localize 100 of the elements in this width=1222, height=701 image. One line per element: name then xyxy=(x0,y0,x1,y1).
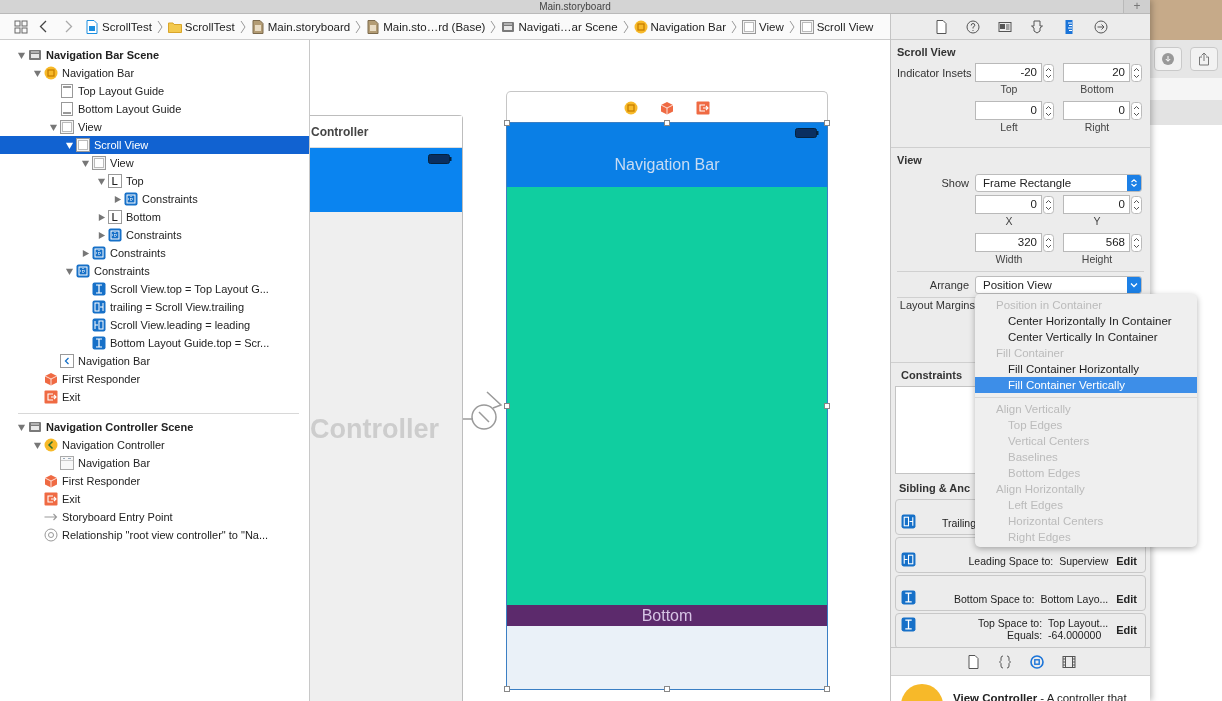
stepper-icon[interactable] xyxy=(1131,63,1142,82)
menu-item[interactable]: Center Vertically In Container xyxy=(975,329,1197,345)
number-field[interactable]: 0 xyxy=(975,195,1042,214)
path-item[interactable]: Main.storyboard xyxy=(249,19,352,34)
disclosure-triangle-icon[interactable] xyxy=(96,176,106,186)
disclosure-triangle-icon[interactable] xyxy=(16,422,26,432)
outline-item[interactable]: Relationship "root view controller" to "Na... xyxy=(0,526,309,544)
stepper-icon[interactable] xyxy=(1043,233,1054,252)
section-heading: Scroll View xyxy=(897,46,956,58)
number-field[interactable]: 0 xyxy=(1063,101,1130,120)
scene-row[interactable]: Navigation Bar Scene xyxy=(0,46,309,64)
edit-button[interactable]: Edit xyxy=(1116,593,1137,605)
resize-handle[interactable] xyxy=(824,686,830,692)
outline-item[interactable]: Constraints xyxy=(0,244,309,262)
outline-item[interactable]: Navigation Bar xyxy=(0,454,309,472)
outline-item[interactable]: View xyxy=(0,154,309,172)
outline-item[interactable]: Navigation Bar xyxy=(0,352,309,370)
resize-handle[interactable] xyxy=(664,686,670,692)
square-icon xyxy=(76,138,90,152)
path-item[interactable]: ScrollTest xyxy=(166,19,236,34)
resize-handle[interactable] xyxy=(664,120,670,126)
number-field[interactable]: 0 xyxy=(975,101,1042,120)
trailing-constraint-icon xyxy=(901,514,916,529)
share-button[interactable] xyxy=(1190,47,1218,71)
outline-item[interactable]: Exit xyxy=(0,490,309,508)
outline-item[interactable]: Constraints xyxy=(0,190,309,208)
disclosure-triangle-icon[interactable] xyxy=(96,230,106,240)
disclosure-triangle-icon[interactable] xyxy=(80,158,90,168)
outline-item[interactable]: Navigation Controller xyxy=(0,436,309,454)
disclosure-triangle-icon[interactable] xyxy=(48,122,58,132)
back-icon[interactable] xyxy=(39,20,47,33)
number-field[interactable]: 0 xyxy=(1063,195,1130,214)
outline-item[interactable]: Top Layout Guide xyxy=(0,82,309,100)
edit-button[interactable]: Edit xyxy=(1116,555,1137,567)
stepper-icon[interactable] xyxy=(1131,233,1142,252)
outline-item[interactable]: Exit xyxy=(0,388,309,406)
disclosure-triangle-icon[interactable] xyxy=(32,68,42,78)
window-title-bar xyxy=(1150,0,1222,40)
resize-handle[interactable] xyxy=(824,120,830,126)
cube-icon xyxy=(44,372,58,386)
outline-item[interactable]: Storyboard Entry Point xyxy=(0,508,309,526)
outline-item[interactable]: Navigation Bar xyxy=(0,64,309,82)
outline-item[interactable]: Constraints xyxy=(0,262,309,280)
disclosure-triangle-icon[interactable] xyxy=(32,440,42,450)
cube-icon xyxy=(660,100,674,115)
disclosure-triangle-icon[interactable] xyxy=(64,140,74,150)
scene-icon xyxy=(28,420,42,434)
trailing-constraint-icon xyxy=(92,300,106,314)
stepper-icon[interactable] xyxy=(1043,101,1054,120)
outline-item[interactable]: Bottom Layout Guide.top = Scr... xyxy=(0,334,309,352)
disclosure-triangle-icon[interactable] xyxy=(80,248,90,258)
menu-item[interactable]: Center Horizontally In Container xyxy=(975,313,1197,329)
outline-item[interactable]: trailing = Scroll View.trailing xyxy=(0,298,309,316)
outline-item[interactable]: Scroll View xyxy=(0,136,309,154)
dropdown[interactable]: Frame Rectangle xyxy=(975,174,1142,192)
path-item[interactable]: Navigati…ar Scene xyxy=(500,19,619,34)
dropdown[interactable]: Position View xyxy=(975,276,1142,294)
outline-item[interactable]: View xyxy=(0,118,309,136)
number-field[interactable]: -20 xyxy=(975,63,1042,82)
resize-handle[interactable] xyxy=(504,120,510,126)
disclosure-triangle-icon[interactable] xyxy=(96,212,106,222)
resize-handle[interactable] xyxy=(504,686,510,692)
disclosure-triangle-icon[interactable] xyxy=(64,266,74,276)
outline-item[interactable]: Scroll View.top = Top Layout G... xyxy=(0,280,309,298)
path-item[interactable]: ScrollTest xyxy=(84,19,153,34)
path-separator-icon xyxy=(156,19,163,34)
grid-icon[interactable] xyxy=(14,19,28,34)
number-field[interactable]: 20 xyxy=(1063,63,1130,82)
outline-item[interactable]: Top xyxy=(0,172,309,190)
menu-item[interactable]: Fill Container Horizontally xyxy=(975,361,1197,377)
constraint-label: Leading Space to: xyxy=(967,555,1054,567)
bottom-guide-icon xyxy=(60,102,74,116)
disclosure-triangle-icon[interactable] xyxy=(16,50,26,60)
outline-item[interactable]: Scroll View.leading = leading xyxy=(0,316,309,334)
path-item[interactable]: Scroll View xyxy=(798,19,875,34)
path-item[interactable]: Main.sto…rd (Base) xyxy=(365,19,487,34)
download-button[interactable] xyxy=(1154,47,1182,71)
resize-handle[interactable] xyxy=(504,403,510,409)
outline-item[interactable]: First Responder xyxy=(0,472,309,490)
number-field[interactable]: 568 xyxy=(1063,233,1130,252)
outline-item[interactable]: First Responder xyxy=(0,370,309,388)
stepper-icon[interactable] xyxy=(1131,101,1142,120)
stepper-icon[interactable] xyxy=(1131,195,1142,214)
resize-handle[interactable] xyxy=(824,403,830,409)
disclosure-triangle-icon[interactable] xyxy=(112,194,122,204)
scene-row[interactable]: Navigation Controller Scene xyxy=(0,418,309,436)
path-item[interactable]: View xyxy=(740,19,785,34)
outline-item[interactable]: Bottom xyxy=(0,208,309,226)
path-separator-icon xyxy=(490,19,497,34)
outline-item[interactable]: Bottom Layout Guide xyxy=(0,100,309,118)
outline-item[interactable]: Constraints xyxy=(0,226,309,244)
exit-icon xyxy=(44,492,58,506)
arrow-circle-icon xyxy=(1093,19,1108,34)
edit-button[interactable]: Edit xyxy=(1116,624,1137,636)
path-separator-icon xyxy=(239,19,246,34)
vertical-constraint-icon xyxy=(92,336,106,350)
stepper-icon[interactable] xyxy=(1043,195,1054,214)
number-field[interactable]: 320 xyxy=(975,233,1042,252)
stepper-icon[interactable] xyxy=(1043,63,1054,82)
path-item[interactable]: Navigation Bar xyxy=(632,19,727,34)
